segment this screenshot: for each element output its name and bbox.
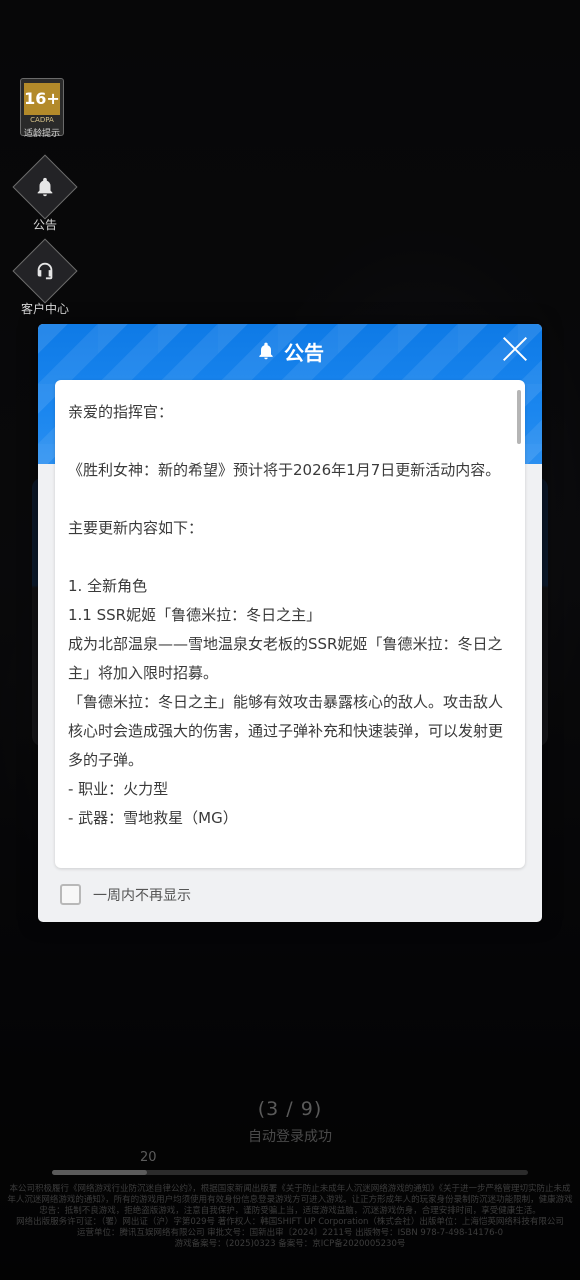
login-status-text: 自动登录成功 <box>248 1129 332 1145</box>
dont-show-week-option[interactable]: 一周内不再显示 <box>60 884 191 905</box>
age-rating-badge[interactable]: 16+ CADPA 适龄提示 <box>20 78 64 139</box>
headset-icon <box>37 262 53 280</box>
scrollbar-thumb[interactable] <box>517 390 521 444</box>
legal-line: 网络出版服务许可证：（署）网出证（沪）字第029号 著作权人：韩国SHIFT U… <box>16 1217 564 1227</box>
sub-title: 1.1 SSR妮姬「鲁德米拉：冬日之主」 <box>68 606 322 624</box>
modal-title: 公告 <box>284 340 324 365</box>
bell-icon <box>37 177 53 197</box>
age-tip-label: 适龄提示 <box>23 129 60 139</box>
close-icon[interactable] <box>502 336 528 362</box>
customer-center-diamond <box>12 238 78 304</box>
notice-button[interactable]: 公告 <box>12 154 78 233</box>
announcement-text: 亲爱的指挥官： 《胜利女神：新的希望》预计将于2026年1月7日更新活动内容。 … <box>68 398 504 833</box>
customer-center-button[interactable]: 客户中心 <box>12 238 78 317</box>
announcement-content[interactable]: 亲爱的指挥官： 《胜利女神：新的希望》预计将于2026年1月7日更新活动内容。 … <box>55 380 525 868</box>
description-paragraph: 「鲁德米拉：冬日之主」能够有效攻击暴露核心的敌人。攻击敌人核心时会造成强大的伤害… <box>68 693 504 769</box>
role-line: - 职业：火力型 <box>68 780 169 798</box>
description-paragraph: 成为北部温泉——雪地温泉女老板的SSR妮姬「鲁德米拉：冬日之主」将加入限时招募。 <box>68 635 503 682</box>
intro-paragraph: 《胜利女神：新的希望》预计将于2026年1月7日更新活动内容。 <box>68 461 501 479</box>
progress-fill <box>52 1170 148 1175</box>
announcement-modal: 公告 亲爱的指挥官： 《胜利女神：新的希望》预计将于2026年1月7日更新活动内… <box>38 324 542 922</box>
legal-line: 游戏备案号：(2025)0323 备案号：京ICP备2020005230号 <box>174 1239 406 1249</box>
legal-line: 本公司积极履行《网络游戏行业防沉迷自律公约》，根据国家新闻出版署《关于防止未成年… <box>7 1184 573 1216</box>
notice-diamond <box>12 154 78 220</box>
rating-org: CADPA <box>30 116 54 124</box>
progress-bar <box>52 1170 528 1175</box>
item-title: 1. 全新角色 <box>68 577 148 595</box>
greeting: 亲爱的指挥官： <box>68 403 174 421</box>
dont-show-label: 一周内不再显示 <box>93 887 191 904</box>
modal-title-bar: 公告 <box>38 336 542 366</box>
page-counter: (3 / 9) <box>257 1098 323 1120</box>
age-rating: 16+ <box>24 83 60 115</box>
scrollbar[interactable] <box>517 390 521 858</box>
dont-show-checkbox[interactable] <box>60 884 81 905</box>
legal-line: 运营单位：腾讯互娱网络有限公司 审批文号：国新出审〔2024〕2211号 出版物… <box>76 1228 504 1238</box>
progress-value: 20 <box>140 1150 157 1165</box>
weapon-line: - 武器：雪地救星（MG） <box>68 809 238 827</box>
legal-notice: 本公司积极履行《网络游戏行业防沉迷自律公约》，根据国家新闻出版署《关于防止未成年… <box>6 1184 574 1250</box>
bell-icon <box>259 342 273 360</box>
section-heading: 主要更新内容如下： <box>68 519 204 537</box>
